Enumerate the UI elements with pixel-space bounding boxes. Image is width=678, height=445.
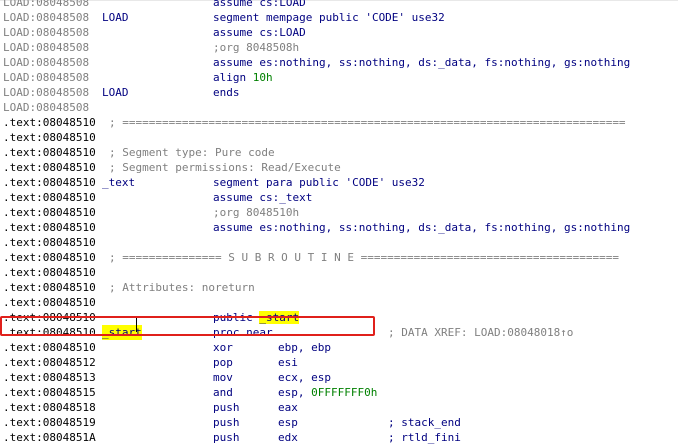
address-label[interactable]: .text:08048510 [3,160,96,175]
comment: ; stack_end [388,416,461,429]
listing-row[interactable]: .text:08048510 [0,265,678,280]
mnemonic[interactable]: pop [213,355,233,370]
listing-row[interactable]: LOAD:08048508 LOAD segment mempage public … [0,10,678,25]
address-label[interactable]: .text:08048510 [3,145,96,160]
mnemonic[interactable]: push [213,400,240,415]
address-label[interactable]: .text:08048510 [3,295,96,310]
number-literal: 10h [252,71,273,84]
listing-row[interactable]: .text:08048510 ; Segment permissions: Rea… [0,160,678,175]
mnemonic[interactable]: and [213,385,233,400]
listing-row[interactable]: .text:08048510 [0,295,678,310]
listing-row[interactable]: LOAD:08048508 ;org 8048508h [0,40,678,55]
directive[interactable]: assume es:nothing, ss:nothing, ds:_data,… [213,55,630,70]
directive[interactable]: segment mempage public 'CODE' use32 [213,10,445,25]
address-label[interactable]: LOAD:08048508 [3,100,89,115]
listing-row[interactable]: .text:08048510 ;org 8048510h [0,205,678,220]
listing-row[interactable]: LOAD:08048508 LOAD ends [0,85,678,100]
address-label[interactable]: .text:08048510 [3,250,96,265]
disassembly-view[interactable]: LOAD:08048508 assume cs:LOAD LOAD:08048508… [0,0,678,445]
listing-row[interactable]: .text:08048510 assume es:nothing, ss:noth… [0,220,678,235]
listing-row[interactable]: .text:08048512 pop esi [0,355,678,370]
address-label[interactable]: .text:08048518 [3,400,96,415]
listing-row[interactable]: .text:08048510 ; =============== S U B R … [0,250,678,265]
address-label[interactable]: LOAD:08048508 [3,0,89,10]
text-cursor [136,318,137,332]
address-label[interactable]: .text:08048510 [3,175,96,190]
listing-row[interactable]: LOAD:08048508 assume cs:LOAD [0,0,678,10]
listing-row[interactable]: .text:08048510 [0,235,678,250]
comment: ;org 8048510h [213,206,300,219]
comment: ; ======================================… [109,116,626,129]
mnemonic[interactable]: push [213,415,240,430]
code-label[interactable]: LOAD [102,85,129,100]
directive[interactable]: assume cs:LOAD [213,0,306,10]
listing-row[interactable]: .text:08048519 push esp ; stack_end [0,415,678,430]
comment: ;org 8048508h [213,41,300,54]
mnemonic[interactable]: mov [213,370,233,385]
address-label[interactable]: .text:08048510 [3,205,96,220]
code-label[interactable]: _text [102,175,135,190]
code-label[interactable]: LOAD [102,10,129,25]
listing-row[interactable]: .text:08048513 mov ecx, esp [0,370,678,385]
listing-row[interactable]: .text:08048510 [0,130,678,145]
operands[interactable]: esi [278,355,298,370]
address-label[interactable]: LOAD:08048508 [3,55,89,70]
address-label[interactable]: .text:08048510 [3,190,96,205]
operands[interactable]: ecx, esp [278,370,331,385]
comment: ; Attributes: noreturn [109,281,255,294]
directive[interactable]: align 10h [213,70,273,85]
directive[interactable]: segment para public 'CODE' use32 [213,175,425,190]
address-label[interactable]: .text:08048512 [3,355,96,370]
address-label[interactable]: LOAD:08048508 [3,10,89,25]
listing-row[interactable]: .text:08048510 _text segment para public '… [0,175,678,190]
listing-row[interactable]: .text:08048515 and esp, 0FFFFFFF0h [0,385,678,400]
address-label[interactable]: LOAD:08048508 [3,70,89,85]
comment: ; =============== S U B R O U T I N E ==… [109,251,619,264]
listing-row[interactable]: .text:08048510 ; Attributes: noreturn [0,280,678,295]
comment: ; Segment type: Pure code [109,146,275,159]
listing-row[interactable]: .text:08048510 assume cs:_text [0,190,678,205]
directive[interactable]: assume cs:LOAD [213,25,306,40]
operands[interactable]: esp, 0FFFFFFF0h [278,385,377,400]
listing-row[interactable]: .text:08048510 ; Segment type: Pure code [0,145,678,160]
address-label[interactable]: .text:08048510 [3,280,96,295]
listing-row[interactable]: .text:08048510 ; ========================… [0,115,678,130]
listing-row[interactable]: LOAD:08048508 assume es:nothing, ss:nothi… [0,55,678,70]
listing-row[interactable]: LOAD:08048508 [0,100,678,115]
operands[interactable]: ebp, ebp [278,340,331,355]
listing-row[interactable]: LOAD:08048508 align 10h [0,70,678,85]
address-label[interactable]: .text:08048519 [3,415,96,430]
address-label[interactable]: .text:08048513 [3,370,96,385]
operands[interactable]: esp [278,415,298,430]
address-label[interactable]: LOAD:08048508 [3,25,89,40]
directive[interactable]: assume es:nothing, ss:nothing, ds:_data,… [213,220,630,235]
address-label[interactable]: .text:08048510 [3,220,96,235]
xref-comment[interactable]: ; DATA XREF: LOAD:08048018↑o [388,325,573,340]
listing-row[interactable]: .text:08048518 push eax [0,400,678,415]
mnemonic[interactable]: xor [213,340,233,355]
address-label[interactable]: LOAD:08048508 [3,40,89,55]
directive[interactable]: assume cs:_text [213,190,312,205]
address-label[interactable]: .text:08048510 [3,265,96,280]
address-label[interactable]: LOAD:08048508 [3,85,89,100]
address-label[interactable]: .text:08048510 [3,115,96,130]
comment: ; Segment permissions: Read/Execute [109,161,341,174]
address-label[interactable]: .text:08048510 [3,235,96,250]
number-literal: 0FFFFFFF0h [311,386,378,399]
listing-row[interactable]: .text:08048510 xor ebp, ebp [0,340,678,355]
directive[interactable]: ends [213,85,240,100]
address-label[interactable]: .text:08048515 [3,385,96,400]
address-label[interactable]: .text:08048510 [3,340,96,355]
highlight-box [0,316,375,336]
operands[interactable]: eax [278,400,298,415]
listing-row[interactable]: LOAD:08048508 assume cs:LOAD [0,25,678,40]
address-label[interactable]: .text:08048510 [3,130,96,145]
